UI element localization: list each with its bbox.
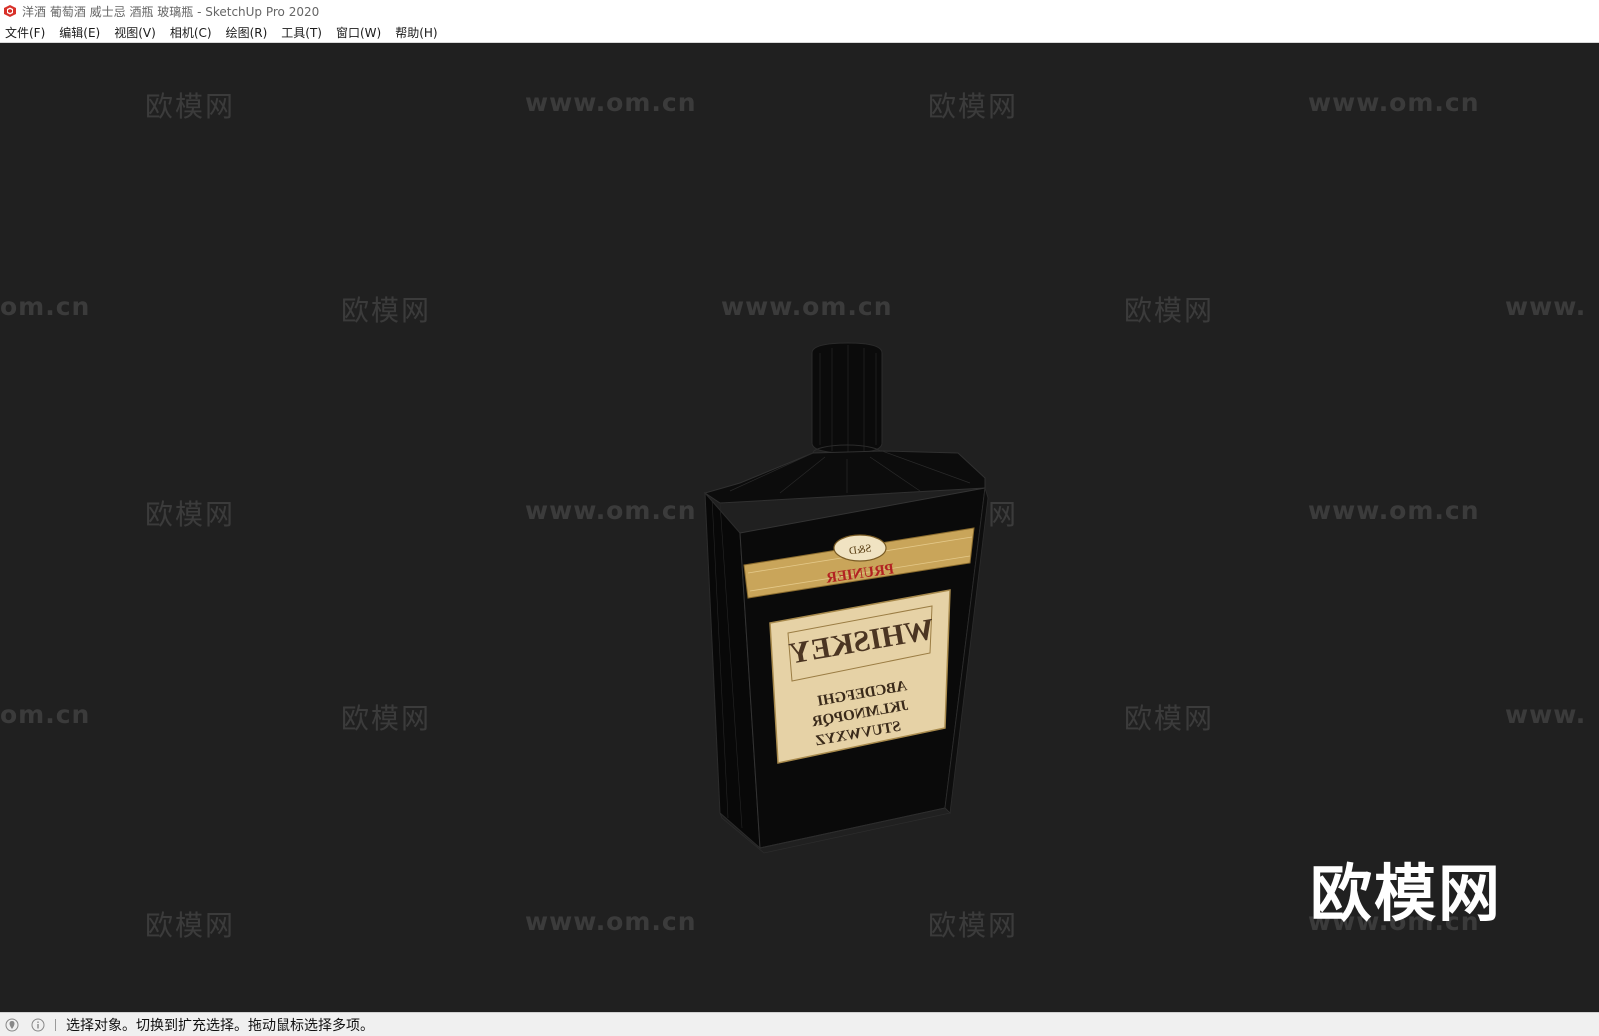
menu-bar: 文件(F) 编辑(E) 视图(V) 相机(C) 绘图(R) 工具(T) 窗口(W… xyxy=(0,22,1599,43)
watermark-site: www. xyxy=(1505,292,1587,321)
3d-viewport[interactable]: 欧模网 www.om.cn 欧模网 www.om.cn om.cn 欧模网 ww… xyxy=(0,43,1599,1012)
watermark-site: www.om.cn xyxy=(1308,88,1480,117)
status-message: 选择对象。切换到扩充选择。拖动鼠标选择多项。 xyxy=(66,1017,374,1034)
menu-help[interactable]: 帮助(H) xyxy=(395,24,437,41)
watermark-brand-large: 欧模网 xyxy=(1310,857,1503,930)
menu-file[interactable]: 文件(F) xyxy=(5,24,45,41)
watermark-site: www.om.cn xyxy=(525,907,697,936)
menu-camera[interactable]: 相机(C) xyxy=(170,24,212,41)
window-title: 洋酒 葡萄酒 威士忌 酒瓶 玻璃瓶 - SketchUp Pro 2020 xyxy=(22,4,320,19)
menu-draw[interactable]: 绘图(R) xyxy=(226,24,268,41)
watermark-site: www.om.cn xyxy=(1308,496,1480,525)
watermark-brand: 欧模网 xyxy=(928,909,1019,942)
title-bar: 洋酒 葡萄酒 威士忌 酒瓶 玻璃瓶 - SketchUp Pro 2020 xyxy=(0,0,1599,22)
watermark-brand: 欧模网 xyxy=(145,498,236,531)
status-divider xyxy=(55,1018,56,1031)
watermark-brand: 欧模网 xyxy=(1124,294,1215,327)
menu-view[interactable]: 视图(V) xyxy=(114,24,156,41)
menu-edit[interactable]: 编辑(E) xyxy=(59,24,100,41)
watermark-site: www.om.cn xyxy=(525,496,697,525)
menu-window[interactable]: 窗口(W) xyxy=(336,24,381,41)
watermark-brand: 欧模网 xyxy=(145,90,236,123)
whiskey-bottle-model[interactable]: S&D PRUNIER WHISKEY ABCDEFGHI JKLMNOPQR … xyxy=(700,293,1020,873)
watermark-brand: 欧模网 xyxy=(1124,702,1215,735)
info-icon[interactable] xyxy=(31,1018,45,1032)
watermark-site: om.cn xyxy=(0,292,91,321)
watermark-brand: 欧模网 xyxy=(341,294,432,327)
watermark-site: www. xyxy=(1505,700,1587,729)
watermark-brand: 欧模网 xyxy=(341,702,432,735)
watermark-brand: 欧模网 xyxy=(145,909,236,942)
geo-location-icon[interactable] xyxy=(5,1018,19,1032)
watermark-site: om.cn xyxy=(0,700,91,729)
status-bar: 选择对象。切换到扩充选择。拖动鼠标选择多项。 xyxy=(0,1012,1599,1036)
sketchup-icon xyxy=(4,5,16,17)
menu-tools[interactable]: 工具(T) xyxy=(281,24,322,41)
watermark-site: www.om.cn xyxy=(525,88,697,117)
watermark-brand: 欧模网 xyxy=(928,90,1019,123)
